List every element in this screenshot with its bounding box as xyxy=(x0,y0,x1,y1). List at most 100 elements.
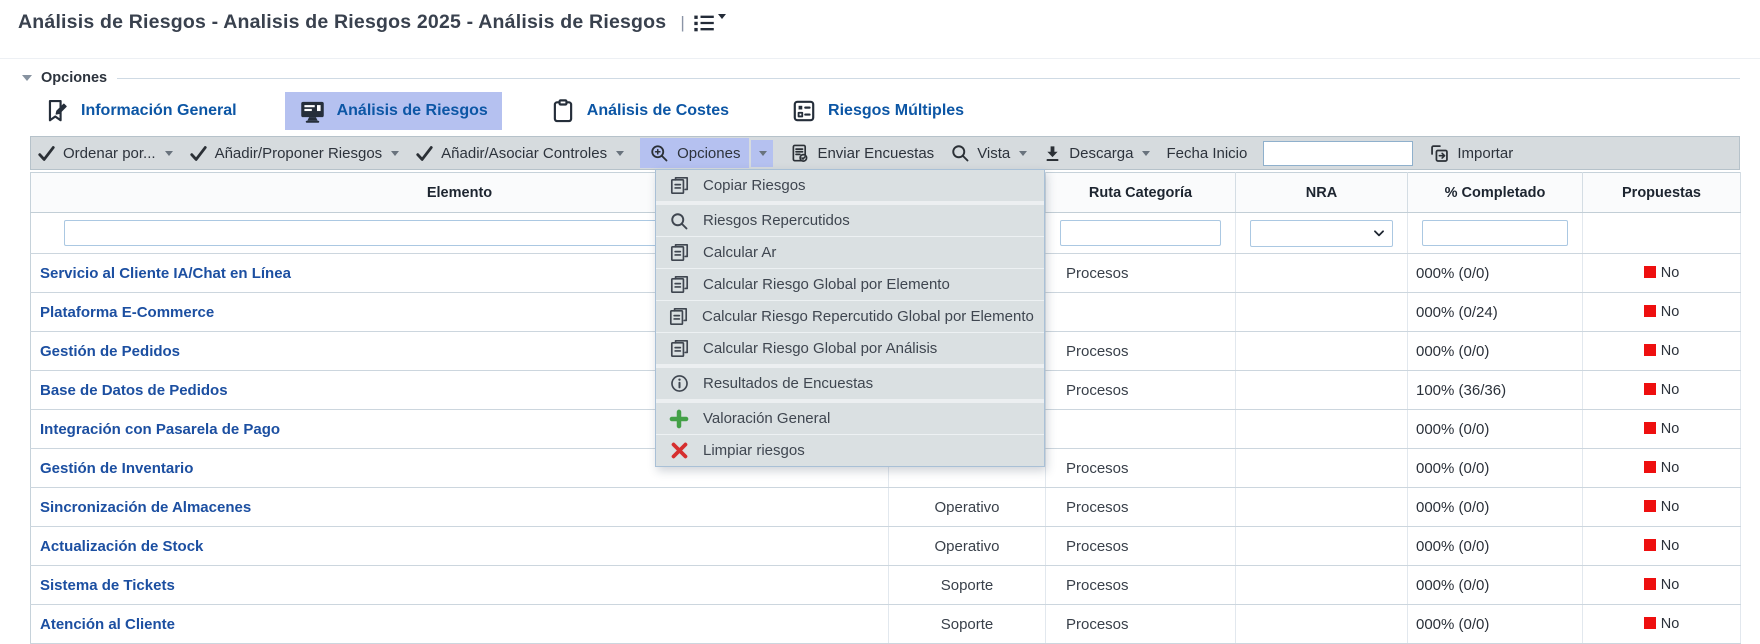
search-icon xyxy=(950,143,970,163)
importar-button[interactable]: Importar xyxy=(1429,143,1513,164)
elemento-link[interactable]: Integración con Pasarela de Pago xyxy=(32,421,280,438)
completado-cell: 000% (0/0) xyxy=(1408,332,1583,371)
check-icon xyxy=(37,144,56,163)
menu-item-calcular-riesgo-repercutido-global-por-elemento[interactable]: Calcular Riesgo Repercutido Global por E… xyxy=(656,300,1044,332)
nra-cell xyxy=(1236,488,1408,527)
nra-filter-select[interactable] xyxy=(1250,220,1393,247)
menu-item-valoracion-general[interactable]: Valoración General xyxy=(656,403,1044,434)
ordered-list-icon xyxy=(693,13,716,33)
propuesta-value: No xyxy=(1661,382,1680,398)
menu-item-limpiar-riesgos[interactable]: Limpiar riesgos xyxy=(656,434,1044,466)
tab-label: Información General xyxy=(81,102,237,120)
tab-informacion-general[interactable]: Información General xyxy=(30,92,251,130)
completado-cell: 000% (0/0) xyxy=(1408,410,1583,449)
elemento-link[interactable]: Sincronización de Almacenes xyxy=(32,499,251,516)
elemento-link[interactable]: Atención al Cliente xyxy=(32,616,175,633)
elemento-cell: Atención al Cliente xyxy=(31,605,889,644)
propuesta-flag-icon xyxy=(1644,422,1656,434)
anadir-proponer-riesgos-button[interactable]: Añadir/Proponer Riesgos xyxy=(189,144,400,163)
tab-label: Análisis de Costes xyxy=(587,102,729,120)
anadir-asociar-controles-button[interactable]: Añadir/Asociar Controles xyxy=(415,144,624,163)
categoria-cell: Operativo xyxy=(889,527,1046,566)
tab-analisis-de-costes[interactable]: Análisis de Costes xyxy=(536,92,743,130)
tab-label: Riesgos Múltiples xyxy=(828,102,964,120)
menu-item-calcular-ar[interactable]: Calcular Ar xyxy=(656,236,1044,268)
import-icon xyxy=(1429,143,1450,164)
menu-group: Copiar Riesgos xyxy=(656,170,1044,205)
plus-icon xyxy=(668,409,690,429)
search-icon xyxy=(668,211,690,231)
ruta-categoria-cell xyxy=(1046,410,1236,449)
tabs: Información General Análisis de Riesgos An… xyxy=(30,92,978,130)
menu-item-copiar-riesgos[interactable]: Copiar Riesgos xyxy=(656,170,1044,201)
info-icon xyxy=(668,373,690,394)
propuestas-cell: No xyxy=(1583,449,1741,488)
opciones-menu: Copiar RiesgosRiesgos RepercutidosCalcul… xyxy=(655,169,1045,467)
propuestas-cell: No xyxy=(1583,527,1741,566)
completado-cell: 000% (0/0) xyxy=(1408,488,1583,527)
tab-riesgos-multiples[interactable]: Riesgos Múltiples xyxy=(777,92,978,130)
descarga-button[interactable]: Descarga xyxy=(1043,144,1150,163)
fecha-inicio-label: Fecha Inicio xyxy=(1166,145,1247,162)
elemento-link[interactable]: Servicio al Cliente IA/Chat en Línea xyxy=(32,265,291,282)
collapse-triangle-icon[interactable] xyxy=(22,75,32,81)
caret-down-icon xyxy=(165,151,173,156)
table-row: Sincronización de AlmacenesOperativoProc… xyxy=(31,488,1741,527)
ruta-categoria-cell: Procesos xyxy=(1046,488,1236,527)
anadir-asociar-controles-label: Añadir/Asociar Controles xyxy=(441,145,607,162)
menu-item-riesgos-repercutidos[interactable]: Riesgos Repercutidos xyxy=(656,205,1044,236)
elemento-link[interactable]: Base de Datos de Pedidos xyxy=(32,382,228,399)
completado-filter-input[interactable] xyxy=(1422,220,1568,246)
propuestas-filter-cell xyxy=(1583,213,1741,254)
propuesta-flag-icon xyxy=(1644,383,1656,395)
propuesta-flag-icon xyxy=(1644,578,1656,590)
propuestas-cell: No xyxy=(1583,332,1741,371)
anadir-proponer-riesgos-label: Añadir/Proponer Riesgos xyxy=(215,145,383,162)
descarga-label: Descarga xyxy=(1069,145,1133,162)
list-menu-button[interactable] xyxy=(693,13,726,33)
elemento-link[interactable]: Gestión de Pedidos xyxy=(32,343,180,360)
caret-down-icon xyxy=(1019,151,1027,156)
zoom-in-icon xyxy=(649,143,669,163)
caret-down-icon xyxy=(391,151,399,156)
ruta-categoria-filter-input[interactable] xyxy=(1060,220,1221,246)
completado-cell: 100% (36/36) xyxy=(1408,371,1583,410)
ordenar-por-label: Ordenar por... xyxy=(63,145,156,162)
menu-item-calcular-riesgo-global-por-analisis[interactable]: Calcular Riesgo Global por Análisis xyxy=(656,332,1044,364)
propuesta-flag-icon xyxy=(1644,344,1656,356)
check-icon xyxy=(415,144,434,163)
propuestas-cell: No xyxy=(1583,566,1741,605)
monitor-icon xyxy=(299,98,326,125)
enviar-encuestas-button[interactable]: Enviar Encuestas xyxy=(789,143,934,164)
nra-filter-cell xyxy=(1236,213,1408,254)
elemento-link[interactable]: Plataforma E-Commerce xyxy=(32,304,214,321)
elemento-link[interactable]: Sistema de Tickets xyxy=(32,577,175,594)
propuesta-flag-icon xyxy=(1644,500,1656,512)
ruta-categoria-cell xyxy=(1046,293,1236,332)
propuestas-cell: No xyxy=(1583,293,1741,332)
elemento-link[interactable]: Actualización de Stock xyxy=(32,538,203,555)
title-separator: | xyxy=(680,13,684,33)
menu-item-resultados-de-encuestas[interactable]: Resultados de Encuestas xyxy=(656,368,1044,399)
vista-label: Vista xyxy=(977,145,1010,162)
propuestas-cell: No xyxy=(1583,254,1741,293)
nra-cell xyxy=(1236,332,1408,371)
toolbar: Ordenar por... Añadir/Proponer Riesgos A… xyxy=(30,136,1740,170)
menu-group: Resultados de Encuestas xyxy=(656,368,1044,403)
opciones-button[interactable]: Opciones xyxy=(640,138,773,168)
ordenar-por-button[interactable]: Ordenar por... xyxy=(37,144,173,163)
vista-button[interactable]: Vista xyxy=(950,143,1027,163)
top-divider xyxy=(0,58,1760,59)
elemento-link[interactable]: Gestión de Inventario xyxy=(32,460,193,477)
menu-group: Riesgos RepercutidosCalcular ArCalcular … xyxy=(656,205,1044,368)
nra-cell xyxy=(1236,527,1408,566)
fecha-inicio-input[interactable] xyxy=(1263,141,1413,166)
bookmark-edit-icon xyxy=(44,98,70,124)
menu-item-calcular-riesgo-global-por-elemento[interactable]: Calcular Riesgo Global por Elemento xyxy=(656,268,1044,300)
enviar-encuestas-label: Enviar Encuestas xyxy=(817,145,934,162)
x-icon xyxy=(668,441,690,460)
title-bar: Análisis de Riesgos - Analisis de Riesgo… xyxy=(18,11,726,34)
copy-icon xyxy=(668,338,690,359)
tab-analisis-de-riesgos[interactable]: Análisis de Riesgos xyxy=(285,92,502,130)
copy-icon xyxy=(668,274,690,295)
